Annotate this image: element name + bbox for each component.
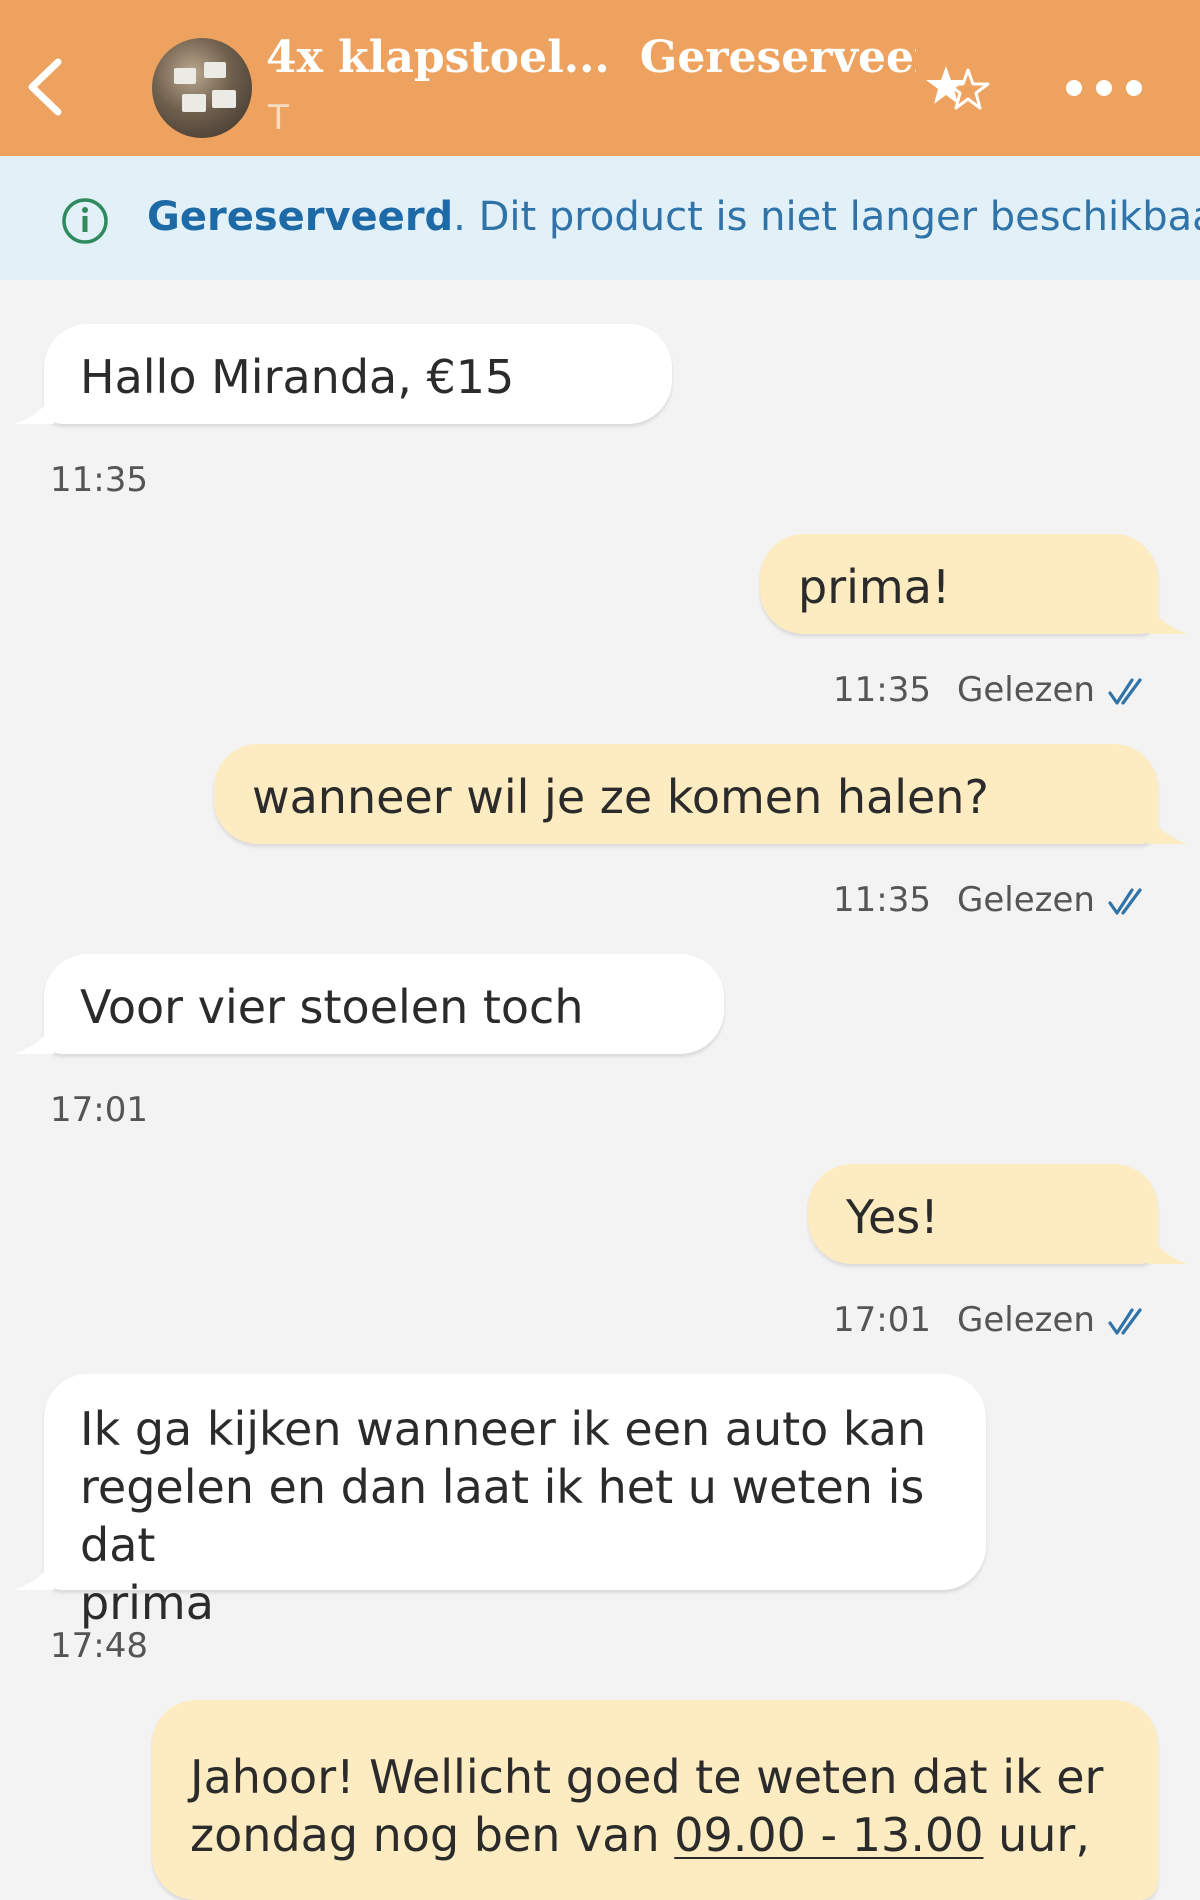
seller-initial: T xyxy=(268,98,289,138)
message-meta: 11:35 Gelezen xyxy=(833,670,1095,710)
message-meta: 17:01 Gelezen xyxy=(833,1300,1095,1340)
bubble-tail xyxy=(14,394,54,424)
chevron-left-icon[interactable] xyxy=(24,52,74,122)
message-text: Voor vier stoelen toch xyxy=(80,980,584,1034)
message-time: 11:35 xyxy=(833,880,931,920)
banner-message: Gereserveerd. Dit product is niet langer… xyxy=(147,194,1200,240)
more-horizontal-icon[interactable] xyxy=(1066,80,1146,98)
message-bubble-incoming[interactable]: Voor vier stoelen toch xyxy=(44,954,724,1054)
read-status: Gelezen xyxy=(956,1300,1095,1340)
message-text-line: Ik ga kijken wanneer ik een auto kan xyxy=(80,1402,927,1456)
message-time: 17:01 xyxy=(833,1300,931,1340)
message-bubble-outgoing[interactable]: wanneer wil je ze komen halen? xyxy=(214,744,1158,844)
product-title[interactable]: 4x klapstoel... Gereserveerd xyxy=(266,32,916,92)
message-text: uur, xyxy=(983,1808,1090,1862)
bubble-tail xyxy=(14,1024,54,1054)
message-text-line: zondag nog ben van 09.00 - 13.00 uur, xyxy=(190,1806,1120,1864)
message-text: Hallo Miranda, €15 xyxy=(80,350,515,404)
message-text-line: Jahoor! Wellicht goed te weten dat ik er xyxy=(190,1750,1104,1804)
message-bubble-incoming[interactable]: Hallo Miranda, €15 xyxy=(44,324,672,424)
message-text: prima! xyxy=(798,560,951,614)
double-check-icon xyxy=(1108,1308,1142,1335)
message-text: Yes! xyxy=(846,1190,939,1244)
message-text-line: prima xyxy=(80,1576,214,1630)
bubble-tail xyxy=(1148,814,1188,844)
bubble-tail xyxy=(1148,1234,1188,1264)
product-thumbnail[interactable] xyxy=(152,38,252,138)
message-bubble-outgoing[interactable]: prima! xyxy=(760,534,1158,634)
info-icon xyxy=(62,198,108,244)
message-bubble-outgoing[interactable]: Yes! xyxy=(808,1164,1158,1264)
message-time: 17:48 xyxy=(50,1626,148,1666)
banner-rest: . Dit product is niet langer beschikbaar… xyxy=(453,194,1200,240)
message-bubble-outgoing[interactable]: Jahoor! Wellicht goed te weten dat ik er… xyxy=(152,1700,1158,1900)
message-time: 11:35 xyxy=(833,670,931,710)
double-check-icon xyxy=(1108,888,1142,915)
message-time: 11:35 xyxy=(50,460,148,500)
read-status: Gelezen xyxy=(956,880,1095,920)
message-text-line: regelen en dan laat ik het u weten is da… xyxy=(80,1460,925,1572)
time-range-link[interactable]: 09.00 - 13.00 xyxy=(674,1808,983,1862)
star-icon[interactable] xyxy=(924,62,990,116)
read-status: Gelezen xyxy=(956,670,1095,710)
double-check-icon xyxy=(1108,678,1142,705)
bubble-tail xyxy=(1148,604,1188,634)
reservation-status: Gereserveerd xyxy=(639,32,916,83)
message-text: zondag nog ben van xyxy=(190,1808,675,1862)
product-name: 4x klapstoel... xyxy=(266,32,610,83)
message-bubble-incoming[interactable]: Ik ga kijken wanneer ik een auto kan reg… xyxy=(44,1374,986,1630)
message-text: wanneer wil je ze komen halen? xyxy=(252,770,989,824)
message-meta: 11:35 Gelezen xyxy=(833,880,1095,920)
bubble-tail xyxy=(14,1560,54,1590)
banner-bold: Gereserveerd xyxy=(147,194,454,240)
message-time: 17:01 xyxy=(50,1090,148,1130)
